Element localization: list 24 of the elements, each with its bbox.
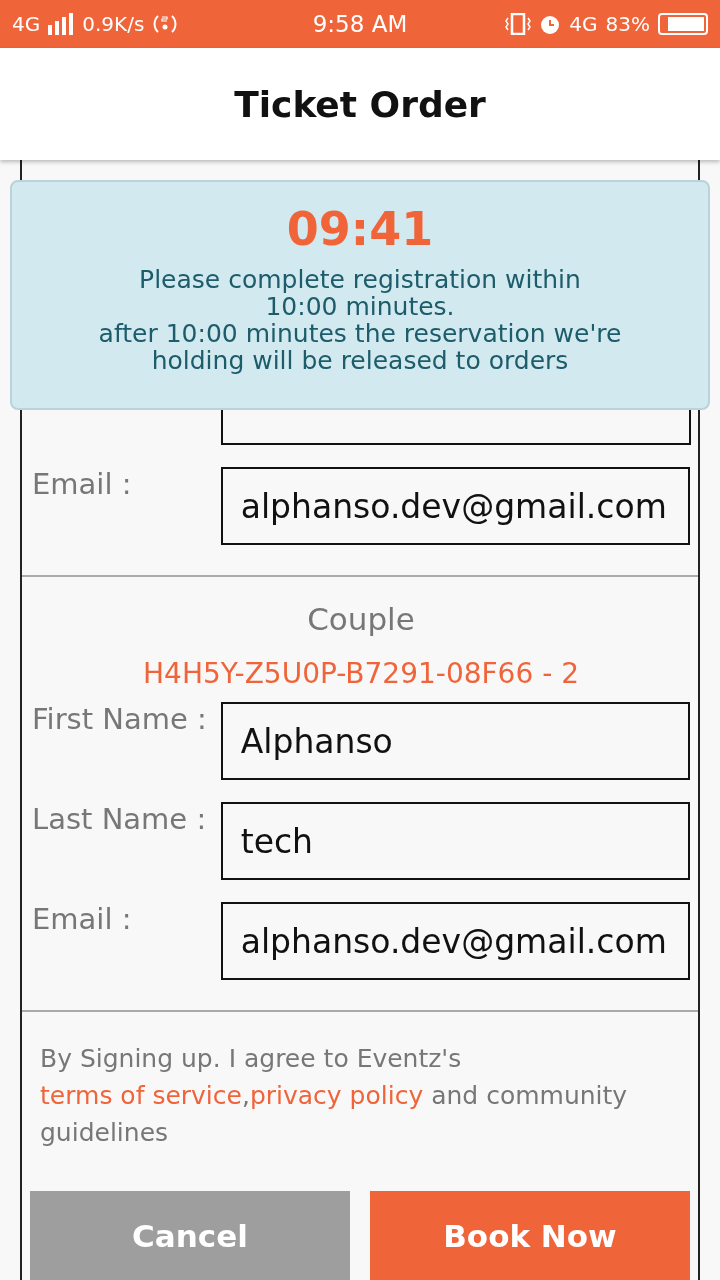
field-label: Last Name :	[32, 802, 208, 836]
network-speed: 0.9K/s	[82, 12, 145, 36]
network-type: 4G	[12, 12, 41, 36]
field-label: Email :	[32, 902, 133, 936]
ticket-code: H4H5Y-Z5U0P-B7291-08F66 - 2	[142, 657, 580, 690]
alarm-icon	[539, 13, 562, 35]
data-type: 4G	[569, 12, 598, 36]
ticket-type: Couple	[306, 601, 416, 637]
input-field[interactable]: Alphanso	[220, 702, 690, 780]
hotspot-icon	[152, 13, 179, 35]
input-field[interactable]: alphanso.dev@gmail.com	[220, 467, 690, 545]
field-label: Email :	[32, 467, 133, 501]
countdown: 09:41	[286, 202, 434, 256]
terms-text: By Signing up. I agree to Eventz's terms of service,privacy policy and community guidelines	[40, 1043, 629, 1149]
input-field[interactable]: tech	[220, 802, 690, 880]
signal-icon	[48, 13, 75, 35]
field-label: First Name :	[32, 702, 208, 736]
battery-percent: 83%	[605, 12, 650, 36]
vibrate-icon	[505, 13, 532, 35]
page-title: Ticket Order	[234, 83, 486, 125]
timer-message: Please complete registration within 10:00 minutes. after 10:00 minutes the reservation we're holding will be released to orders	[98, 266, 622, 374]
battery-icon	[658, 13, 708, 35]
clock: 9:58 AM	[312, 11, 408, 37]
input-field[interactable]: alphanso.dev@gmail.com	[220, 902, 690, 980]
